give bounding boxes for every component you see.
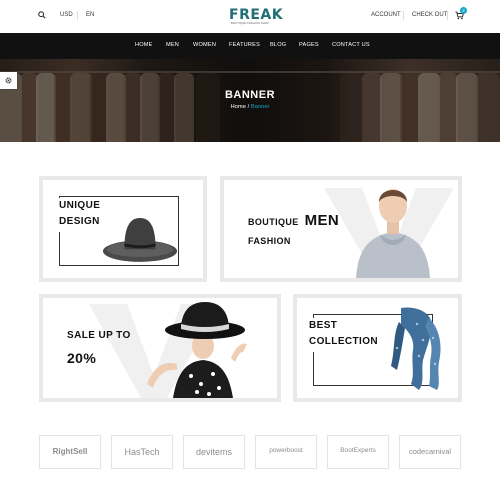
promo-card-sale[interactable]: SALE UP TO 20% bbox=[39, 294, 281, 402]
promo-card-best-collection[interactable]: BEST COLLECTION bbox=[293, 294, 462, 402]
checkout-link[interactable]: CHECK OUT bbox=[412, 12, 447, 18]
breadcrumb-current: Banner bbox=[250, 104, 270, 110]
gear-icon bbox=[5, 77, 12, 84]
man-model-image bbox=[356, 189, 430, 278]
promo-line: COLLECTION bbox=[309, 336, 378, 347]
breadcrumb: Home / Banner bbox=[0, 104, 500, 110]
account-link[interactable]: ACCOUNT bbox=[371, 12, 401, 18]
promo-card-men-fashion[interactable]: BOUTIQUE MEN FASHION bbox=[220, 176, 462, 282]
nav-item-home[interactable]: HOME bbox=[135, 42, 153, 48]
promo-line: BEST bbox=[309, 320, 338, 331]
brand-name: RightSell bbox=[52, 447, 88, 456]
brand-name: powerboost bbox=[269, 447, 303, 454]
scarf-image bbox=[391, 307, 441, 390]
divider bbox=[403, 11, 404, 20]
logo-tagline: BOUTIQUE FASHION SHOP bbox=[231, 22, 269, 25]
woman-model-image bbox=[147, 302, 247, 398]
nav-item-pages[interactable]: PAGES bbox=[299, 42, 319, 48]
promo-line: DESIGN bbox=[59, 216, 100, 227]
brand-name: BootExperts bbox=[340, 447, 376, 454]
divider bbox=[447, 11, 448, 20]
brand-logo-devitems[interactable]: devitems bbox=[183, 435, 245, 469]
promo-line-highlight: MEN bbox=[304, 212, 340, 229]
logo-word: FREAK bbox=[229, 7, 284, 23]
divider bbox=[77, 11, 78, 20]
brand-logo-hastech[interactable]: HasTech bbox=[111, 435, 173, 469]
brand-logo-rightsell[interactable]: RightSell bbox=[39, 435, 101, 469]
promo-title: BEST COLLECTION bbox=[309, 318, 382, 352]
brand-logo-bootexperts[interactable]: BootExperts bbox=[327, 435, 389, 469]
brand-logo-powerboost[interactable]: powerboost bbox=[255, 435, 317, 469]
logo[interactable]: FREAK BOUTIQUE FASHION SHOP bbox=[229, 7, 284, 26]
nav-item-contact[interactable]: CONTACT US bbox=[332, 42, 370, 48]
page-title: BANNER bbox=[224, 89, 276, 101]
nav-item-features[interactable]: FEATURES bbox=[229, 42, 260, 48]
cart-count-badge: 2 bbox=[460, 7, 467, 14]
language-selector[interactable]: EN bbox=[86, 12, 94, 18]
breadcrumb-home[interactable]: Home bbox=[230, 104, 245, 110]
hat-image bbox=[102, 218, 178, 262]
nav-item-men[interactable]: MEN bbox=[166, 42, 179, 48]
promo-title: UNIQUE DESIGN bbox=[59, 198, 105, 232]
promo-line: BOUTIQUE bbox=[248, 217, 299, 227]
settings-button[interactable] bbox=[0, 72, 17, 89]
promo-title: SALE UP TO bbox=[67, 330, 131, 341]
page-banner: BANNER Home / Banner bbox=[0, 59, 500, 142]
brand-name: devitems bbox=[195, 447, 232, 457]
nav-item-blog[interactable]: BLOG bbox=[270, 42, 286, 48]
top-bar: USD EN FREAK BOUTIQUE FASHION SHOP ACCOU… bbox=[0, 0, 500, 33]
main-nav: HOME MEN WOMEN FEATURES BLOG PAGES CONTA… bbox=[0, 33, 500, 59]
search-icon[interactable] bbox=[38, 11, 46, 19]
promo-subtitle: FASHION bbox=[248, 236, 291, 246]
promo-discount: 20% bbox=[67, 350, 97, 366]
brand-logo-codecarnival[interactable]: codecarnival bbox=[399, 435, 461, 469]
brand-name: HasTech bbox=[124, 447, 160, 457]
brand-name: codecarnival bbox=[408, 447, 452, 456]
promo-line: UNIQUE bbox=[59, 200, 101, 211]
currency-selector[interactable]: USD bbox=[60, 12, 73, 18]
nav-item-women[interactable]: WOMEN bbox=[193, 42, 216, 48]
promo-title: BOUTIQUE MEN bbox=[248, 212, 340, 229]
promo-card-unique-design[interactable]: UNIQUE DESIGN bbox=[39, 176, 207, 282]
